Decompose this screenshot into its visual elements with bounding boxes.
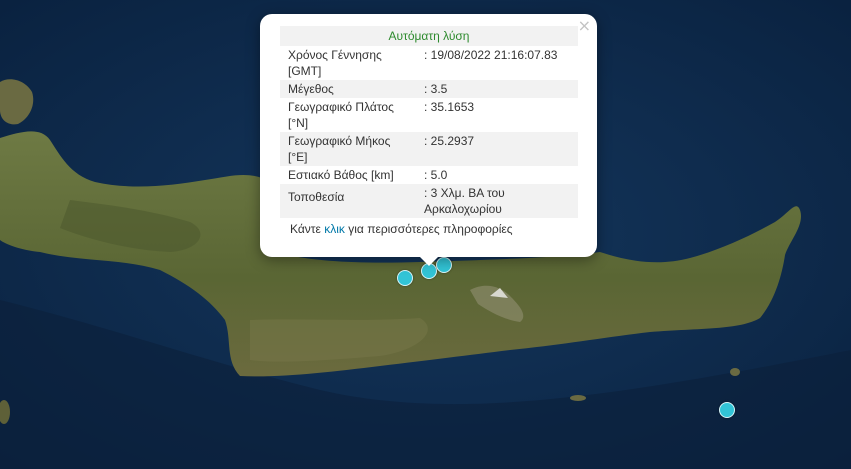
info-label: Μέγεθος (280, 80, 416, 98)
earthquake-popup: × Αυτόματη λύση Χρόνος Γέννησης [GMT] : … (260, 14, 597, 257)
info-value: : 25.2937 (416, 132, 578, 166)
popup-content: Αυτόματη λύση Χρόνος Γέννησης [GMT] : 19… (280, 26, 578, 236)
earthquake-marker[interactable] (719, 402, 735, 418)
info-value: : 3 Χλμ. ΒΑ του Αρκαλοχωρίου (416, 184, 578, 218)
info-row-depth: Εστιακό Βάθος [km] : 5.0 (280, 166, 578, 184)
islet-east (730, 368, 740, 376)
info-row-latitude: Γεωγραφικό Πλάτος [°N] : 35.1653 (280, 98, 578, 132)
popup-title: Αυτόματη λύση (280, 26, 578, 46)
info-label: Γεωγραφικό Πλάτος [°N] (288, 100, 394, 130)
info-value: : 35.1653 (424, 100, 475, 114)
info-row-origin-time: Χρόνος Γέννησης [GMT] : 19/08/2022 21:16… (280, 46, 578, 80)
more-info-prefix: Κάντε (290, 222, 321, 236)
more-info-link[interactable]: κλικ (324, 222, 345, 236)
info-value: : 19/08/2022 21:16:07.83 (424, 48, 558, 62)
info-label: Τοποθεσία (280, 184, 416, 218)
earthquake-info-table: Χρόνος Γέννησης [GMT] : 19/08/2022 21:16… (280, 46, 578, 218)
info-row-location: Τοποθεσία : 3 Χλμ. ΒΑ του Αρκαλοχωρίου (280, 184, 578, 218)
more-info-suffix: για περισσότερες πληροφορίες (348, 222, 513, 236)
info-label: Χρόνος Γέννησης [GMT] (288, 48, 382, 78)
info-value: : 3.5 (416, 80, 578, 98)
popup-tip (418, 255, 440, 266)
info-label: Γεωγραφικό Μήκος [°E] (280, 132, 416, 166)
close-icon[interactable]: × (578, 16, 591, 36)
info-label: Εστιακό Βάθος [km] (288, 168, 394, 182)
info-row-magnitude: Μέγεθος : 3.5 (280, 80, 578, 98)
islet-south (570, 395, 586, 401)
info-row-longitude: Γεωγραφικό Μήκος [°E] : 25.2937 (280, 132, 578, 166)
more-info-line: Κάντε κλικ για περισσότερες πληροφορίες (280, 222, 578, 236)
earthquake-marker[interactable] (397, 270, 413, 286)
info-value: : 5.0 (424, 168, 448, 182)
